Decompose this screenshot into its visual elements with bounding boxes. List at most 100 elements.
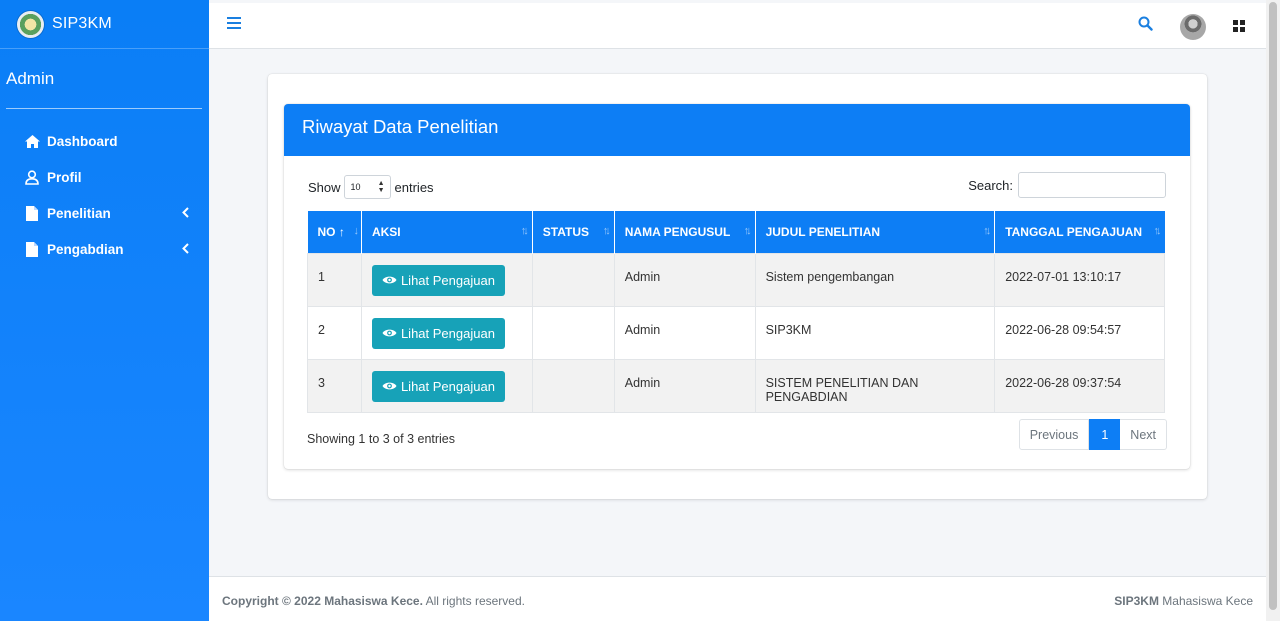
search-icon[interactable] [1138,16,1153,36]
footer-copyright-strong: Copyright © 2022 Mahasiswa Kece. [222,594,423,608]
cell-no: 2 [307,305,362,360]
search-label: Search: [968,177,1013,193]
table-row: 1 Lihat Pengajuan Admin Sistem pengemban… [307,252,1165,307]
sort-icon: ↑↓ [520,225,529,237]
footer-app-name: SIP3KM [1114,594,1159,608]
footer-app-rest: Mahasiswa Kece [1158,594,1253,608]
cell-aksi: Lihat Pengajuan [360,358,533,413]
footer: Copyright © 2022 Mahasiswa Kece. All rig… [209,576,1266,621]
user-icon [23,168,41,186]
pagination-page-1[interactable]: 1 [1089,419,1121,450]
sidebar-nav: Dashboard Profil Penelitian Pengabdian [0,123,209,267]
chevron-left-icon [182,206,189,221]
sort-icon: ↑↓ [983,225,991,237]
lihat-pengajuan-button[interactable]: Lihat Pengajuan [371,370,505,402]
content-card: Riwayat Data Penelitian Show 10 ▲ ▼ entri… [268,74,1207,499]
column-header-judul-penelitian[interactable]: JUDUL PENELITIAN ↑↓ [755,211,996,253]
sidebar-item-label: Profil [47,169,82,185]
brand-logo [17,10,44,38]
apps-grid-icon[interactable] [1233,20,1245,32]
sidebar-divider [6,108,202,109]
cell-status [531,358,615,413]
riwayat-card: Riwayat Data Penelitian Show 10 ▲ ▼ entri… [284,104,1190,469]
pagination-previous[interactable]: Previous [1018,419,1090,450]
table-row: 3 Lihat Pengajuan Admin SISTEM PENELITIA… [307,358,1165,413]
table-controls: Show 10 ▲ ▼ entries Search: [308,172,1166,202]
column-label: NAMA PENGUSUL [624,224,731,239]
scrollbar-thumb[interactable] [1269,2,1277,610]
lihat-pengajuan-button[interactable]: Lihat Pengajuan [371,317,505,349]
column-label: JUDUL PENELITIAN [765,224,881,239]
show-label: Show [308,179,341,195]
chevron-left-icon [182,242,189,257]
cell-nama: Admin [613,252,756,307]
entries-length-select[interactable]: 10 ▲ ▼ [343,175,391,199]
eye-icon [382,329,397,337]
pagination: Previous 1 Next [1018,419,1167,450]
footer-version: SIP3KM Mahasiswa Kece [1114,594,1253,608]
column-header-no[interactable]: NO ↑ ↓ [307,211,362,253]
sort-icon: ↓ [353,225,358,237]
riwayat-table: NO ↑ ↓ AKSI ↑↓ STATUS ↑↓ NAMA PENGUSUL ↑↓ JU… [307,211,1165,413]
eye-icon [382,276,397,284]
footer-copyright: Copyright © 2022 Mahasiswa Kece. All rig… [222,594,525,608]
sidebar: SIP3KM Admin Dashboard Profil Penelitian [0,0,209,621]
column-header-status[interactable]: STATUS ↑↓ [532,211,615,253]
select-arrows-icon: ▲ ▼ [377,180,385,194]
cell-tanggal: 2022-06-28 09:54:57 [994,305,1165,360]
cell-tanggal: 2022-06-28 09:37:54 [994,358,1165,413]
menu-icon[interactable] [227,17,241,31]
column-label: STATUS [542,224,590,239]
lihat-pengajuan-button[interactable]: Lihat Pengajuan [371,264,505,296]
sidebar-item-label: Pengabdian [47,241,124,257]
sort-icon: ↑↓ [743,225,752,237]
column-header-tanggal-pengajuan[interactable]: TANGGAL PENGAJUAN ↑↓ [994,211,1165,253]
home-icon [23,132,41,150]
cell-judul: SIP3KM [754,305,996,360]
footer-copyright-rest: All rights reserved. [422,594,525,608]
cell-aksi: Lihat Pengajuan [360,305,533,360]
sidebar-item-label: Dashboard [47,133,118,149]
table-search: Search: [968,172,1166,198]
page-scrollbar[interactable] [1266,0,1280,621]
cell-tanggal: 2022-07-01 13:10:17 [994,252,1165,307]
user-avatar[interactable] [1180,14,1206,40]
cell-nama: Admin [613,358,756,413]
button-label: Lihat Pengajuan [400,378,495,394]
sidebar-item-dashboard[interactable]: Dashboard [0,123,209,159]
cell-judul: SISTEM PENELITIAN DAN PENGABDIAN [754,358,996,413]
cell-no: 1 [307,252,362,307]
cell-status [531,305,615,360]
eye-icon [382,382,397,390]
length-control: Show 10 ▲ ▼ entries [308,175,434,199]
sidebar-item-pengabdian[interactable]: Pengabdian [0,231,209,267]
entries-length-value: 10 [350,182,361,192]
column-label: NO [317,224,336,239]
sidebar-item-penelitian[interactable]: Penelitian [0,195,209,231]
cell-aksi: Lihat Pengajuan [360,252,533,307]
button-label: Lihat Pengajuan [400,325,495,341]
top-navbar [209,0,1266,49]
entries-label: entries [394,179,434,195]
column-label: TANGGAL PENGAJUAN [1005,224,1143,239]
sidebar-item-label: Penelitian [47,205,111,221]
sidebar-user-name[interactable]: Admin [0,49,209,108]
sort-icon: ↑↓ [602,225,611,237]
brand-link[interactable]: SIP3KM [0,0,209,49]
sidebar-item-profil[interactable]: Profil [0,159,209,195]
column-label: AKSI [371,224,401,239]
search-input[interactable] [1018,172,1166,198]
brand-name: SIP3KM [52,15,112,32]
table-row: 2 Lihat Pengajuan Admin SIP3KM 2022-06-2… [307,305,1165,360]
table-info: Showing 1 to 3 of 3 entries [307,432,456,446]
pagination-next[interactable]: Next [1120,419,1167,450]
cell-nama: Admin [613,305,756,360]
cell-status [531,252,615,307]
file-icon [23,240,41,258]
cell-no: 3 [307,358,362,413]
file-icon [23,204,41,222]
card-title: Riwayat Data Penelitian [284,104,1190,156]
cell-judul: Sistem pengembangan [754,252,996,307]
column-header-nama-pengusul[interactable]: NAMA PENGUSUL ↑↓ [614,211,756,253]
column-header-aksi[interactable]: AKSI ↑↓ [361,211,533,253]
